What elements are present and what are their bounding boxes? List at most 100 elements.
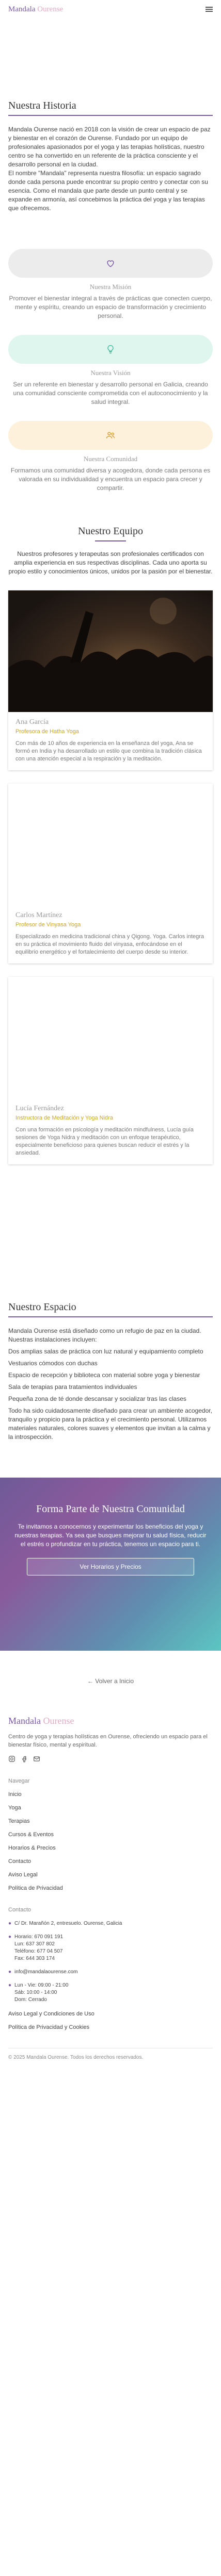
- phone-line[interactable]: Lun: 637 307 802: [14, 1941, 63, 1948]
- espacio-outro: Todo ha sido cuidadosamente diseñado par…: [8, 1407, 212, 1440]
- espacio-section: Nuestro Espacio Mandala Ourense está dis…: [0, 1301, 221, 1442]
- team-name: Ana García: [15, 718, 49, 726]
- espacio-divider: [8, 1316, 213, 1317]
- hours-row: ● Lun - Vie: 09:00 - 21:00 Sáb: 10:00 - …: [8, 1982, 213, 2004]
- vision-text: Ser un referente en bienestar y desarrol…: [13, 381, 208, 405]
- historia-p2: El nombre "Mandala" representa nuestra f…: [8, 170, 208, 212]
- footer-contact-title: Contacto: [8, 1907, 31, 1913]
- users-icon: [106, 432, 115, 438]
- phone-line[interactable]: Teléfono: 677 04 507: [14, 1948, 63, 1955]
- hours-line: Sáb: 10:00 - 14:00: [14, 1990, 57, 1995]
- hours-line: Lun - Vie: 09:00 - 21:00: [14, 1982, 69, 1988]
- mail-icon: ●: [8, 1969, 12, 1975]
- footer-contact: ● C/ Dr. Marañón 2, entresuelo. Ourense, …: [8, 1920, 213, 2004]
- equipo-intro: Nuestros profesores y terapeutas son pro…: [8, 550, 213, 575]
- comunidad-block: Nuestra Comunidad Formamos una comunidad…: [0, 421, 221, 493]
- footer-logo[interactable]: Mandala Ourense: [8, 1716, 213, 1726]
- vision-title: Nuestra Visión: [90, 369, 131, 377]
- back-home-link[interactable]: ← Volver a Inicio: [0, 1677, 221, 1685]
- equipo-title: Nuestro Equipo: [77, 526, 144, 537]
- team-bio: Especializado en medicina tradicional ch…: [15, 934, 204, 955]
- historia-section: Nuestra Historia Mandala Ourense nació e…: [0, 100, 221, 213]
- equipo-divider: [95, 540, 126, 541]
- historia-divider: [8, 115, 213, 116]
- instagram-icon[interactable]: [8, 1755, 15, 1762]
- team-name: Carlos Martínez: [15, 911, 62, 919]
- cta-title: Forma Parte de Nuestra Comunidad: [36, 1503, 185, 1515]
- espacio-item: Pequeña zona de té donde descansar y soc…: [8, 1395, 186, 1402]
- legal-link-privacidad[interactable]: Política de Privacidad y Cookies: [8, 2024, 213, 2030]
- footer-logo-light: Ourense: [43, 1716, 74, 1726]
- mision-block: Nuestra Misión Promover el bienestar int…: [0, 249, 221, 320]
- hamburger-menu-icon[interactable]: [206, 7, 213, 12]
- top-spacer: [0, 19, 221, 100]
- comunidad-title: Nuestra Comunidad: [83, 455, 138, 463]
- clock-icon: ●: [8, 1982, 12, 1988]
- facebook-icon[interactable]: [21, 1755, 28, 1762]
- footer-link-contacto[interactable]: Contacto: [8, 1858, 213, 1865]
- copyright: © 2025 Mandala Ourense. Todos los derech…: [8, 2055, 144, 2060]
- crowd-silhouette-image: [8, 598, 213, 712]
- footer-logo-main: Mandala: [8, 1716, 43, 1726]
- phone-line[interactable]: Horario: 670 091 191: [14, 1934, 63, 1941]
- team-card-lucia: Lucía Fernández Instructora de Meditació…: [8, 977, 213, 1164]
- team-card-carlos: Carlos Martínez Profesor de Vinyasa Yoga…: [8, 784, 213, 963]
- espacio-item: Vestuarios cómodos con duchas: [8, 1360, 98, 1367]
- mision-text: Promover el bienestar integral a través …: [9, 295, 212, 319]
- address-text: C/ Dr. Marañón 2, entresuelo. Ourense, G…: [14, 1921, 122, 1926]
- lightbulb-icon: [107, 345, 114, 354]
- espacio-title: Nuestro Espacio: [8, 1301, 76, 1313]
- footer-link-horarios[interactable]: Horarios & Precios: [8, 1845, 213, 1851]
- hours-line: Dom: Cerrado: [14, 1997, 47, 2003]
- team-bio: Con una formación en psicología y medita…: [15, 1127, 194, 1156]
- footer-nav-title: Navegar: [8, 1778, 30, 1784]
- vision-block: Nuestra Visión Ser un referente en biene…: [0, 335, 221, 406]
- logo[interactable]: Mandala Ourense: [8, 5, 63, 14]
- phone-row: ● Horario: 670 091 191 Lun: 637 307 802 …: [8, 1934, 213, 1962]
- footer-legal: Aviso Legal y Condiciones de Uso Polític…: [8, 2011, 213, 2030]
- team-photo-carlos: [8, 784, 213, 905]
- team-card-ana: Ana García Profesora de Hatha Yoga Con m…: [8, 590, 213, 770]
- email-icon[interactable]: [33, 1755, 40, 1762]
- team-role: Profesora de Hatha Yoga: [15, 728, 79, 735]
- equipo-section: Nuestro Equipo Nuestros profesores y ter…: [0, 526, 221, 1164]
- heart-icon: [107, 260, 114, 267]
- team-role: Instructora de Meditación y Yoga Nidra: [15, 1115, 113, 1121]
- footer-link-aviso-legal[interactable]: Aviso Legal: [8, 1872, 213, 1878]
- espacio-item: Espacio de recepción y biblioteca con ma…: [8, 1371, 200, 1379]
- address-row: ● C/ Dr. Marañón 2, entresuelo. Ourense, …: [8, 1920, 213, 1927]
- team-role: Profesor de Vinyasa Yoga: [15, 922, 81, 928]
- email-link[interactable]: info@mandalaourense.com: [14, 1969, 77, 1976]
- footer: Mandala Ourense Centro de yoga y terapia…: [0, 1716, 221, 2060]
- footer-tagline: Centro de yoga y terapias holísticas en …: [8, 1734, 208, 1748]
- espacio-list: Dos amplias salas de práctica con luz na…: [8, 1347, 213, 1403]
- team-name: Lucía Fernández: [15, 1105, 64, 1112]
- comunidad-text: Formamos una comunidad diversa y acogedo…: [10, 467, 211, 492]
- location-icon: ●: [8, 1921, 12, 1926]
- phone-icon: ●: [8, 1934, 12, 1940]
- footer-link-yoga[interactable]: Yoga: [8, 1805, 213, 1811]
- legal-link-aviso[interactable]: Aviso Legal y Condiciones de Uso: [8, 2011, 213, 2017]
- espacio-intro: Mandala Ourense está diseñado como un re…: [8, 1327, 201, 1343]
- historia-title: Nuestra Historia: [8, 100, 76, 111]
- social-links: [8, 1755, 213, 1762]
- espacio-item: Sala de terapias para tratamientos indiv…: [8, 1383, 137, 1391]
- mision-pill: [8, 249, 213, 278]
- schedule-prices-button[interactable]: Ver Horarios y Precios: [27, 1558, 194, 1575]
- historia-p1: Mandala Ourense nació en 2018 con la vis…: [8, 126, 211, 168]
- team-photo-lucia: [8, 977, 213, 1098]
- mision-title: Nuestra Misión: [89, 283, 132, 291]
- team-bio: Con más de 10 años de experiencia en la …: [15, 740, 202, 762]
- cta-banner: Forma Parte de Nuestra Comunidad Te invi…: [0, 1478, 221, 1651]
- comunidad-pill: [8, 421, 213, 450]
- logo-main: Mandala: [8, 5, 38, 13]
- footer-link-inicio[interactable]: Inicio: [8, 1791, 213, 1798]
- phone-line[interactable]: Fax: 644 303 174: [14, 1955, 63, 1962]
- cta-text: Te invitamos a conocernos y experimentar…: [14, 1523, 207, 1548]
- espacio-item: Dos amplias salas de práctica con luz na…: [8, 1348, 203, 1355]
- site-header: Mandala Ourense: [0, 0, 221, 19]
- team-photo-ana: [8, 590, 213, 712]
- footer-link-terapias[interactable]: Terapias: [8, 1818, 213, 1824]
- footer-link-cursos[interactable]: Cursos & Eventos: [8, 1832, 213, 1838]
- footer-link-privacidad[interactable]: Política de Privacidad: [8, 1885, 213, 1891]
